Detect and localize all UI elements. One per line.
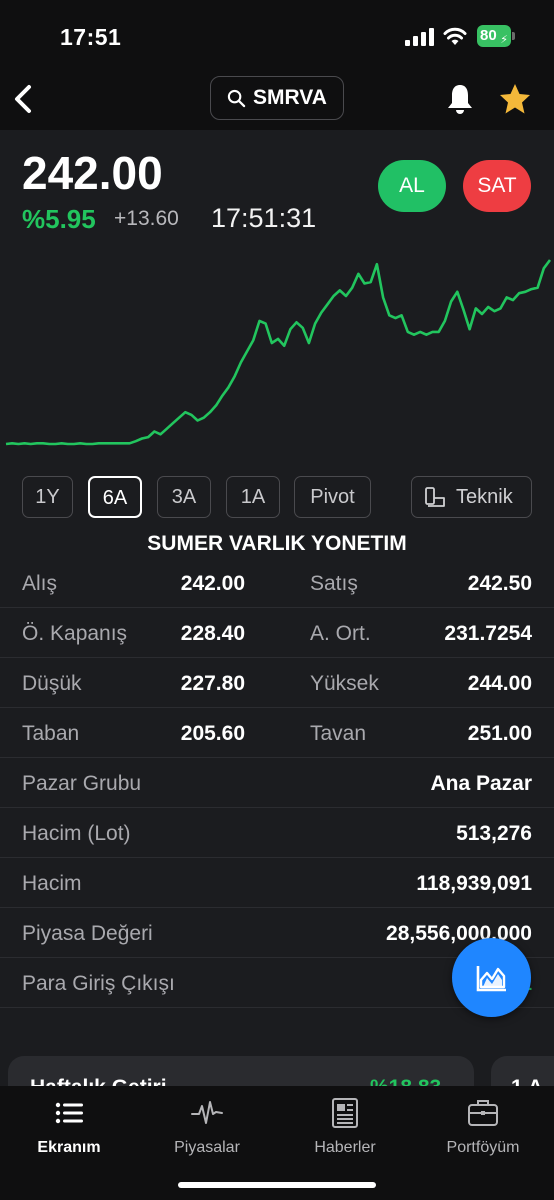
detail-value: 228.40	[180, 622, 245, 645]
chart-fab-button[interactable]	[452, 938, 531, 1017]
detail-label: Hacim	[22, 872, 82, 895]
range-button-3a[interactable]: 3A	[157, 476, 211, 518]
tab-label: Ekranım	[37, 1139, 101, 1156]
detail-row: Alış 242.00 Satış 242.50	[0, 558, 554, 608]
detail-label: Para Giriş Çıkışı	[22, 972, 175, 995]
quote-details-table: Alış 242.00 Satış 242.50 Ö. Kapanış 228.40 A. …	[0, 558, 554, 1008]
home-indicator	[178, 1182, 376, 1188]
quote-panel: 242.00 %5.95 +13.60 17:51:31 AL SAT 1Y 6A…	[0, 130, 554, 1116]
detail-label: Alış	[22, 572, 58, 595]
detail-row: Düşük 227.80 Yüksek 244.00	[0, 658, 554, 708]
detail-value: Ana Pazar	[430, 772, 532, 795]
range-button-pivot[interactable]: Pivot	[294, 476, 371, 518]
detail-value: 244.00	[467, 672, 532, 695]
range-button-1y[interactable]: 1Y	[22, 476, 73, 518]
area-chart-icon	[476, 966, 506, 992]
symbol-search-button[interactable]: SMRVA	[210, 76, 344, 120]
last-price: 242.00	[22, 147, 163, 199]
back-chevron-icon[interactable]	[10, 82, 36, 116]
status-bar: 17:51 80 ⚡	[0, 0, 554, 74]
range-button-6a[interactable]: 6A	[88, 476, 142, 518]
status-time: 17:51	[60, 24, 122, 50]
detail-row: Hacim 118,939,091	[0, 858, 554, 908]
detail-label: A. Ort.	[310, 622, 371, 645]
detail-label: Yüksek	[310, 672, 379, 695]
pulse-icon	[191, 1101, 223, 1124]
detail-value: 118,939,091	[416, 872, 532, 895]
list-icon	[55, 1102, 83, 1124]
detail-label: Hacim (Lot)	[22, 822, 131, 845]
wifi-icon	[443, 27, 467, 45]
price-series-line	[5, 259, 552, 446]
tab-label: Piyasalar	[174, 1139, 240, 1156]
briefcase-icon	[468, 1100, 498, 1126]
price-chart[interactable]	[0, 254, 554, 454]
newspaper-icon	[332, 1098, 358, 1128]
detail-label: Pazar Grubu	[22, 772, 142, 795]
detail-label: Satış	[310, 572, 358, 595]
battery-icon: 80 ⚡	[477, 25, 511, 47]
tab-portfoyum[interactable]: Portföyüm	[414, 1086, 552, 1166]
battery-tip	[512, 32, 515, 40]
detail-label: Taban	[22, 722, 80, 745]
tab-haberler[interactable]: Haberler	[276, 1086, 414, 1166]
teknik-label: Teknik	[456, 486, 513, 508]
detail-row: Taban 205.60 Tavan 251.00	[0, 708, 554, 758]
change-percent: %5.95	[22, 204, 96, 234]
detail-value: 205.60	[180, 722, 245, 745]
detail-value: 513,276	[456, 822, 532, 845]
technical-chart-icon	[425, 487, 445, 507]
detail-label: Tavan	[310, 722, 367, 745]
detail-value: 251.00	[467, 722, 532, 745]
range-button-1a[interactable]: 1A	[226, 476, 280, 518]
favorite-star-icon[interactable]	[498, 82, 532, 116]
tab-piyasalar[interactable]: Piyasalar	[138, 1086, 276, 1166]
detail-row: Ö. Kapanış 228.40 A. Ort. 231.7254	[0, 608, 554, 658]
detail-label: Düşük	[22, 672, 82, 695]
detail-value: 242.50	[467, 572, 532, 595]
detail-label: Ö. Kapanış	[22, 622, 128, 645]
detail-row: Pazar Grubu Ana Pazar	[0, 758, 554, 808]
detail-label: Piyasa Değeri	[22, 922, 153, 945]
teknik-button[interactable]: Teknik	[411, 476, 532, 518]
bottom-tab-bar: Ekranım Piyasalar Haberler Portföyüm	[0, 1086, 554, 1200]
detail-value: 227.80	[180, 672, 245, 695]
quote-time: 17:51:31	[211, 203, 317, 233]
detail-value: 242.00	[180, 572, 245, 595]
header: SMRVA	[0, 74, 554, 130]
sell-button[interactable]: SAT	[463, 160, 531, 212]
search-ticker: SMRVA	[253, 86, 327, 109]
company-name: SUMER VARLIK YONETIM	[147, 532, 407, 555]
cellular-signal-icon	[405, 28, 435, 46]
tab-label: Haberler	[314, 1139, 376, 1156]
battery-level: 80	[480, 27, 497, 44]
detail-row: Hacim (Lot) 513,276	[0, 808, 554, 858]
change-absolute: +13.60	[114, 207, 179, 230]
tab-ekranim[interactable]: Ekranım	[0, 1086, 138, 1166]
bell-icon[interactable]	[445, 82, 475, 116]
tab-label: Portföyüm	[446, 1139, 520, 1156]
detail-value: 231.7254	[444, 622, 532, 645]
buy-button[interactable]: AL	[378, 160, 446, 212]
search-icon	[227, 89, 246, 107]
